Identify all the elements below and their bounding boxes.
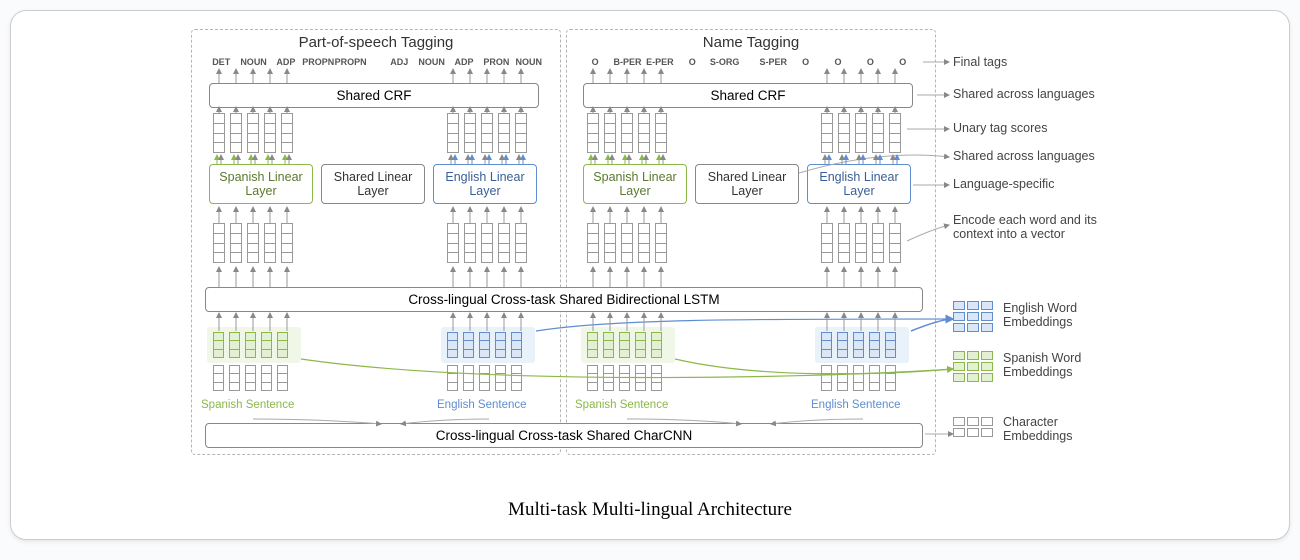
tag: PROPN [302,57,334,67]
tag: O [676,57,708,67]
pos-crf: Shared CRF [209,83,539,108]
ner-en-wordemb [821,332,896,358]
ner-sp-wordemb [587,332,662,358]
ner-enc-sp [587,223,667,263]
diagram-area: Part-of-speech Tagging Name Tagging Cros… [181,29,1111,479]
legend-char-embed-chip [953,417,993,437]
pos-linear-shared: Shared Linear Layer [321,164,425,204]
pos-sp-wordemb [213,332,288,358]
tag: B-PER [611,57,643,67]
tag: NOUN [415,57,447,67]
ner-linear-spanish: Spanish Linear Layer [583,164,687,204]
ner-crf: Shared CRF [583,83,913,108]
pos-enc-en [447,223,527,263]
side-shared1: Shared across languages [953,87,1095,101]
side-eng-embed: English Word Embeddings [1003,301,1103,329]
tag: DET [205,57,237,67]
tag: O [789,57,821,67]
tag: PROPN [335,57,367,67]
pos-linear-spanish: Spanish Linear Layer [209,164,313,204]
frame: Part-of-speech Tagging Name Tagging Cros… [10,10,1290,540]
pos-en-wordemb [447,332,522,358]
side-encode: Encode each word and its context into a … [953,213,1103,241]
side-final-tags: Final tags [953,55,1007,69]
ner-title: Name Tagging [567,34,935,51]
ner-linear-shared: Shared Linear Layer [695,164,799,204]
ner-en-charemb [821,365,896,391]
ner-unary-sp [587,113,667,153]
tag: O [887,57,919,67]
tag: O [854,57,886,67]
side-char-embed: Character Embeddings [1003,415,1103,443]
ner-linear-english: English Linear Layer [807,164,911,204]
tag: ADJ [383,57,415,67]
tag: ADP [270,57,302,67]
ner-unary-en [821,113,901,153]
pos-sp-sent-lbl: Spanish Sentence [201,399,294,411]
pos-tag-row: DET NOUN ADP PROPN PROPN ADJ NOUN ADP PR… [205,57,545,67]
tag: ADP [448,57,480,67]
pos-en-sent-lbl: English Sentence [437,399,527,411]
tag: NOUN [237,57,269,67]
side-unary: Unary tag scores [953,121,1047,135]
ner-enc-en [821,223,901,263]
ner-en-sent-lbl: English Sentence [811,399,901,411]
caption: Multi-task Multi-lingual Architecture [11,499,1289,521]
lstm-layer: Cross-lingual Cross-task Shared Bidirect… [205,287,923,312]
pos-unary-sp [213,113,293,153]
side-shared2: Shared across languages [953,149,1095,163]
ner-tag-row: O B-PER E-PER O S-ORG S-PER O O O O [579,57,919,67]
side-spa-embed: Spanish Word Embeddings [1003,351,1103,379]
charcnn-layer: Cross-lingual Cross-task Shared CharCNN [205,423,923,448]
pos-en-charemb [447,365,522,391]
ner-sp-charemb [587,365,662,391]
tag: S-ORG [709,57,741,67]
pos-linear-english: English Linear Layer [433,164,537,204]
pos-sp-charemb [213,365,288,391]
tag: O [579,57,611,67]
pos-unary-en [447,113,527,153]
tag: PRON [480,57,512,67]
pos-title: Part-of-speech Tagging [192,34,560,51]
tag: E-PER [644,57,676,67]
side-lang-spec: Language-specific [953,177,1054,191]
tag: S-PER [757,57,789,67]
ner-sp-sent-lbl: Spanish Sentence [575,399,668,411]
tag: O [822,57,854,67]
legend-eng-embed-chip [953,301,993,332]
pos-enc-sp [213,223,293,263]
legend-spa-embed-chip [953,351,993,382]
tag: NOUN [513,57,545,67]
